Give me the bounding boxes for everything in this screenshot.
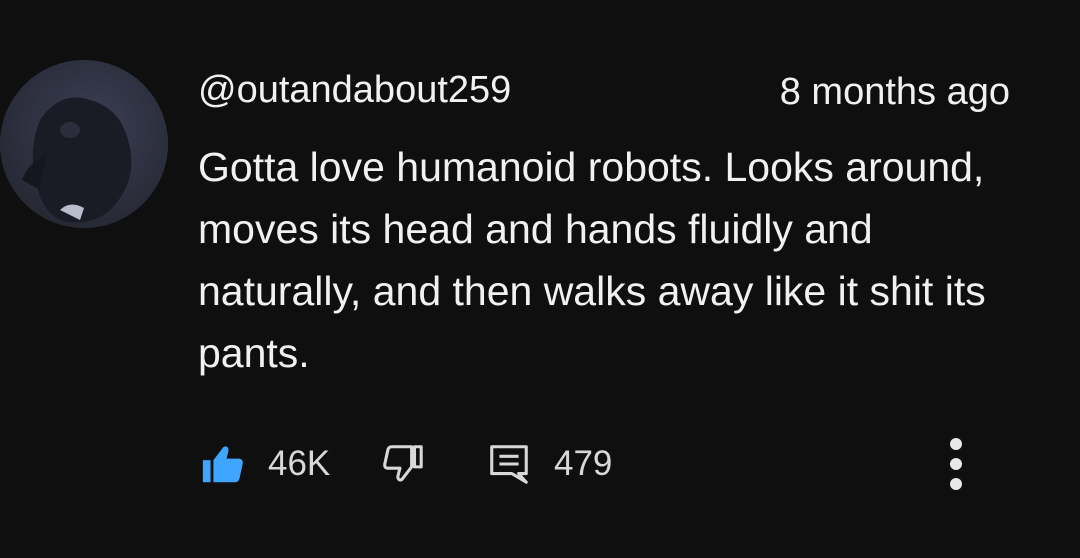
comment-icon (490, 445, 528, 484)
like-count: 46K (268, 444, 331, 483)
reply-count: 479 (554, 444, 613, 483)
thumbs-down-icon (383, 445, 423, 482)
more-options-button[interactable] (938, 432, 974, 496)
username[interactable]: @outandabout259 (198, 68, 511, 112)
dislike-button[interactable] (380, 438, 426, 490)
thumbs-up-icon (202, 446, 243, 483)
comment: @outandabout259 8 months ago Gotta love … (0, 0, 1080, 558)
reply-button[interactable]: 479 (486, 438, 612, 490)
avatar[interactable] (0, 60, 168, 228)
comment-text: Gotta love humanoid robots. Looks around… (198, 144, 986, 376)
like-button[interactable]: 46K (200, 438, 330, 490)
vertical-dots-icon (950, 438, 962, 490)
avatar-image (0, 60, 168, 228)
timestamp[interactable]: 8 months ago (780, 70, 1010, 114)
